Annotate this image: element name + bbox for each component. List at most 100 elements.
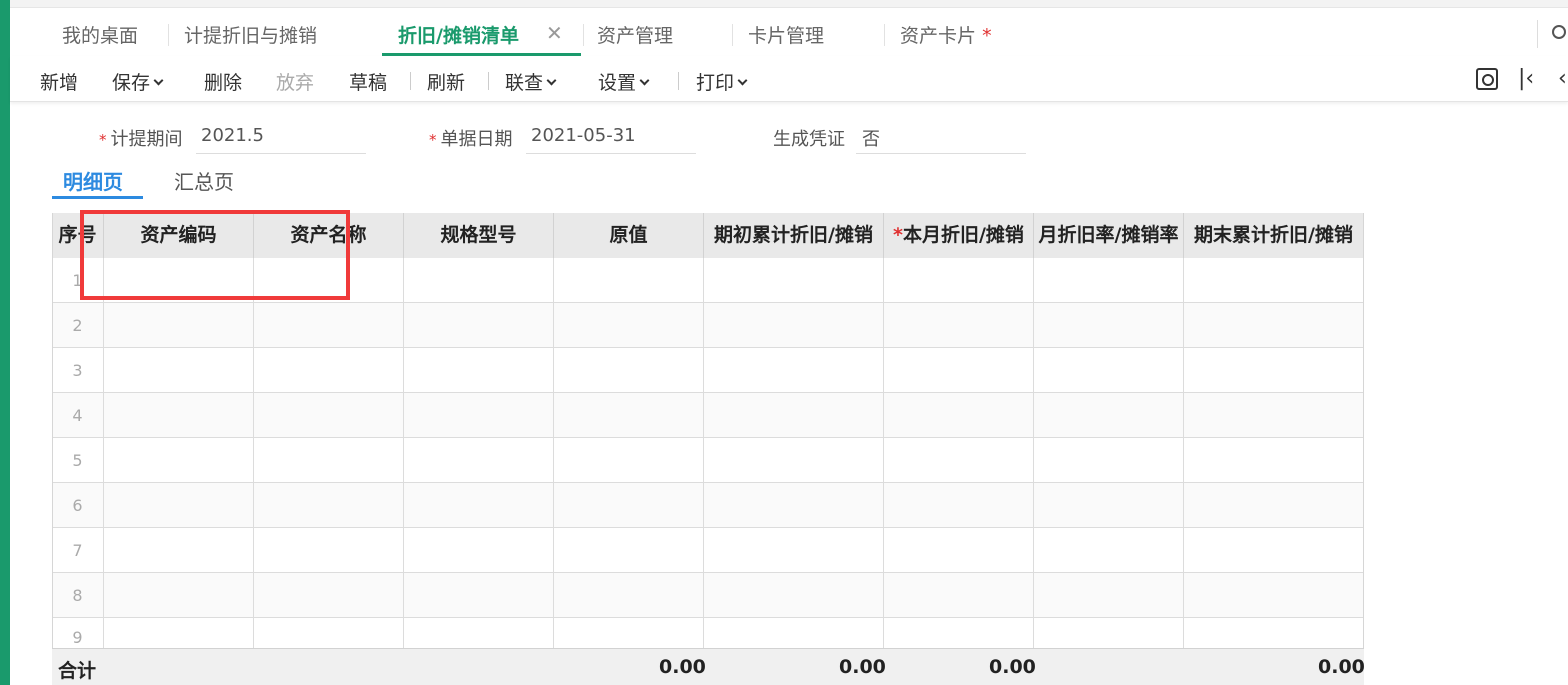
add-button[interactable]: 新增 [40,68,78,95]
voucher-field[interactable]: 否 [862,125,880,151]
row-number: 1 [72,271,83,290]
table-row[interactable]: 3 [52,348,1364,393]
column-header-seq[interactable]: 序号 [52,213,104,258]
column-header-spec[interactable]: 规格型号 [404,213,554,258]
column-header-opening-accum[interactable]: 期初累计折旧/摊销 [704,213,884,258]
required-mark: * [893,224,903,246]
required-mark: * [99,131,107,149]
total-current-month: 0.00 [989,656,1036,678]
column-header-asset-code[interactable]: 资产编码 [104,213,254,258]
column-header-rate[interactable]: 月折旧率/摊销率 [1034,213,1184,258]
chevron-down-icon [639,75,650,86]
column-header-closing-accum[interactable]: 期末累计折旧/摊销 [1184,213,1364,258]
toolbar: 新增 保存 删除 放弃 草稿 刷新 联查 设置 打印 |‹ ‹ [10,56,1568,102]
column-divider [403,258,404,648]
toolbar-divider [410,72,411,90]
tab-label: 卡片管理 [748,25,825,47]
column-divider [883,258,884,648]
chevron-down-icon [737,75,748,86]
delete-button[interactable]: 删除 [204,68,242,95]
table-row[interactable]: 5 [52,438,1364,483]
tab-divider [884,24,885,46]
table-row[interactable]: 8 [52,573,1364,618]
print-label: 打印 [696,72,735,94]
chevron-down-icon [546,75,557,86]
tab-label: 资产卡片 [900,25,977,47]
close-icon[interactable]: ✕ [546,21,563,45]
link-query-button[interactable]: 联查 [505,68,557,95]
row-number: 3 [72,361,83,380]
tab-asset-card[interactable]: 资产卡片 * [900,21,992,49]
tab-asset-management[interactable]: 资产管理 [597,21,673,49]
total-closing-accum: 0.00 [1318,656,1365,678]
table-row[interactable]: 6 [52,483,1364,528]
link-query-label: 联查 [505,72,544,94]
table-row[interactable]: 9 [52,618,1364,648]
voucher-underline [856,153,1026,154]
row-number: 8 [72,586,83,605]
tab-bar: 我的桌面 计提折旧与摊销 折旧/摊销清单 ✕ 资产管理 卡片管理 资产卡片 * [10,8,1568,56]
period-label: * 计提期间 [99,125,183,151]
tab-label: 计提折旧与摊销 [184,25,318,47]
preview-icon[interactable] [1476,68,1498,90]
table-row[interactable]: 2 [52,303,1364,348]
column-header-current-month[interactable]: *本月折旧/摊销 [884,213,1034,258]
refresh-button[interactable]: 刷新 [427,68,465,95]
toolbar-divider [678,72,679,90]
prev-page-icon[interactable]: ‹ [1558,66,1567,91]
tab-summary[interactable]: 汇总页 [174,166,234,195]
date-label: * 单据日期 [429,125,513,151]
tab-desktop[interactable]: 我的桌面 [62,21,138,49]
column-header-asset-name[interactable]: 资产名称 [254,213,404,258]
column-header-original-value[interactable]: 原值 [554,213,704,258]
discard-button[interactable]: 放弃 [276,68,314,95]
required-mark: * [429,131,437,149]
toolbar-divider [488,72,489,90]
column-divider [1183,258,1184,648]
settings-label: 设置 [598,72,637,94]
tab-label: 我的桌面 [62,25,139,47]
save-button[interactable]: 保存 [112,68,164,95]
total-opening-accum: 0.00 [839,656,886,678]
chevron-down-icon [153,75,164,86]
settings-button[interactable]: 设置 [598,68,650,95]
grid-border [1363,213,1364,685]
column-divider [103,258,104,648]
first-page-icon[interactable]: |‹ [1518,66,1534,91]
top-border [10,0,1568,8]
tab-divider [583,24,584,46]
tab-depreciation-list[interactable]: 折旧/摊销清单 [398,21,519,49]
table-row[interactable]: 7 [52,528,1364,573]
tab-depreciation-calc[interactable]: 计提折旧与摊销 [184,21,317,49]
app-side-strip [0,0,10,685]
column-divider [553,258,554,648]
grid-border [52,213,53,685]
total-label: 合计 [58,660,97,682]
date-label-text: 单据日期 [440,129,513,150]
period-field[interactable]: 2021.5 [201,125,264,146]
total-original-value: 0.00 [659,656,706,678]
tab-divider [732,24,733,46]
active-subtab-indicator [52,196,143,199]
column-divider [1033,258,1034,648]
row-number: 5 [72,451,83,470]
row-number: 4 [72,406,83,425]
column-divider [703,258,704,648]
table-row[interactable]: 1 [52,258,1364,303]
date-field[interactable]: 2021-05-31 [531,125,636,146]
period-underline [196,153,366,154]
save-label: 保存 [112,72,151,94]
row-number: 6 [72,496,83,515]
draft-button[interactable]: 草稿 [349,68,387,95]
date-underline [526,153,696,154]
table-row[interactable]: 4 [52,393,1364,438]
period-label-text: 计提期间 [110,129,183,150]
print-button[interactable]: 打印 [696,68,748,95]
tab-label: 折旧/摊销清单 [398,25,519,47]
tab-label: 资产管理 [597,25,674,47]
tab-card-management[interactable]: 卡片管理 [748,21,824,49]
tab-detail[interactable]: 明细页 [63,166,123,195]
row-number: 2 [72,316,83,335]
search-icon[interactable] [1537,20,1568,48]
column-header-label: 本月折旧/摊销 [902,224,1024,246]
